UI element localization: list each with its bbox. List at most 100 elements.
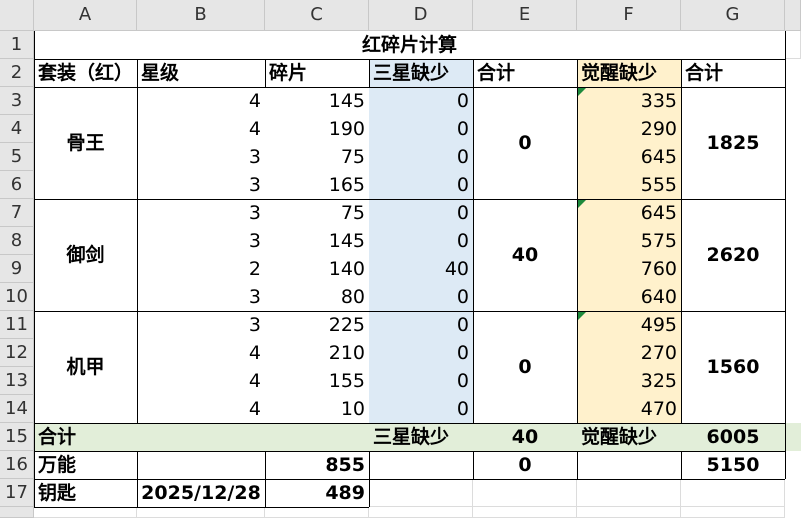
awaken-cell[interactable]: 645 — [577, 143, 681, 171]
three-star-cell[interactable]: 0 — [369, 311, 473, 339]
comment-marker-icon[interactable] — [578, 312, 586, 320]
row-header-7[interactable]: 7 — [0, 199, 34, 227]
row-header-4[interactable]: 4 — [0, 115, 34, 143]
header-awaken-short[interactable]: 觉醒缺少 — [577, 59, 681, 87]
group-three-star-total[interactable]: 0 — [473, 87, 577, 199]
shards-cell[interactable]: 80 — [265, 283, 369, 311]
universal-awaken[interactable]: 5150 — [681, 451, 785, 479]
universal-shards[interactable]: 855 — [265, 451, 369, 479]
sheet-title[interactable]: 红碎片计算 — [34, 31, 785, 59]
cell-g18[interactable] — [681, 507, 785, 518]
row-header-14[interactable]: 14 — [0, 395, 34, 423]
header-three-star-short[interactable]: 三星缺少 — [369, 59, 473, 87]
three-star-cell[interactable]: 0 — [369, 367, 473, 395]
three-star-cell[interactable]: 0 — [369, 283, 473, 311]
summary-awaken-label[interactable]: 觉醒缺少 — [577, 423, 681, 451]
group-awaken-total[interactable]: 2620 — [681, 199, 785, 311]
three-star-cell[interactable]: 0 — [369, 227, 473, 255]
comment-marker-icon[interactable] — [578, 88, 586, 96]
header-set[interactable]: 套装（红） — [34, 59, 137, 87]
awaken-cell[interactable]: 325 — [577, 367, 681, 395]
header-star[interactable]: 星级 — [137, 59, 265, 87]
cell-c18[interactable] — [265, 507, 369, 518]
row-header-15[interactable]: 15 — [0, 423, 34, 451]
star-cell[interactable]: 3 — [137, 227, 265, 255]
row-header-6[interactable]: 6 — [0, 171, 34, 199]
key-date[interactable]: 2025/12/28 — [137, 479, 265, 507]
column-header-b[interactable]: B — [137, 0, 265, 31]
three-star-cell[interactable]: 0 — [369, 87, 473, 115]
universal-label[interactable]: 万能 — [34, 451, 137, 479]
shards-cell[interactable]: 190 — [265, 115, 369, 143]
group-name[interactable]: 御剑 — [34, 199, 137, 311]
star-cell[interactable]: 2 — [137, 255, 265, 283]
column-header-h[interactable] — [785, 0, 801, 31]
shards-cell[interactable]: 10 — [265, 395, 369, 423]
summary-label[interactable]: 合计 — [34, 423, 137, 451]
row-header-3[interactable]: 3 — [0, 87, 34, 115]
cell-h1[interactable] — [785, 31, 801, 59]
awaken-cell[interactable]: 290 — [577, 115, 681, 143]
three-star-cell[interactable]: 0 — [369, 339, 473, 367]
column-header-e[interactable]: E — [473, 0, 577, 31]
cell-g17[interactable] — [681, 479, 785, 507]
cell-e18[interactable] — [473, 507, 577, 518]
star-cell[interactable]: 3 — [137, 283, 265, 311]
header-total-1[interactable]: 合计 — [473, 59, 577, 87]
row-header-12[interactable]: 12 — [0, 339, 34, 367]
awaken-cell[interactable]: 760 — [577, 255, 681, 283]
three-star-cell[interactable]: 0 — [369, 199, 473, 227]
header-total-2[interactable]: 合计 — [681, 59, 785, 87]
group-three-star-total[interactable]: 40 — [473, 199, 577, 311]
awaken-cell[interactable]: 470 — [577, 395, 681, 423]
row-header-13[interactable]: 13 — [0, 367, 34, 395]
shards-cell[interactable]: 210 — [265, 339, 369, 367]
awaken-cell[interactable]: 270 — [577, 339, 681, 367]
summary-three-star-total[interactable]: 40 — [473, 423, 577, 451]
group-name[interactable]: 骨王 — [34, 87, 137, 199]
three-star-cell[interactable]: 40 — [369, 255, 473, 283]
star-cell[interactable]: 3 — [137, 311, 265, 339]
awaken-cell[interactable]: 555 — [577, 171, 681, 199]
star-cell[interactable]: 3 — [137, 143, 265, 171]
group-three-star-total[interactable]: 0 — [473, 311, 577, 423]
key-value[interactable]: 489 — [265, 479, 369, 507]
column-header-c[interactable]: C — [265, 0, 369, 31]
star-cell[interactable]: 3 — [137, 171, 265, 199]
three-star-cell[interactable]: 0 — [369, 115, 473, 143]
key-label[interactable]: 钥匙 — [34, 479, 137, 507]
summary-three-star-label[interactable]: 三星缺少 — [369, 423, 473, 451]
shards-cell[interactable]: 225 — [265, 311, 369, 339]
header-shards[interactable]: 碎片 — [265, 59, 369, 87]
row-header-18[interactable] — [0, 507, 34, 518]
cell-b18[interactable] — [137, 507, 265, 518]
shards-cell[interactable]: 140 — [265, 255, 369, 283]
universal-three-star[interactable]: 0 — [473, 451, 577, 479]
column-header-a[interactable]: A — [34, 0, 137, 31]
row-header-16[interactable]: 16 — [0, 451, 34, 479]
awaken-cell[interactable]: 640 — [577, 283, 681, 311]
cell-e17[interactable] — [473, 479, 577, 507]
group-name[interactable]: 机甲 — [34, 311, 137, 423]
column-header-f[interactable]: F — [577, 0, 681, 31]
star-cell[interactable]: 4 — [137, 115, 265, 143]
shards-cell[interactable]: 145 — [265, 87, 369, 115]
awaken-cell[interactable]: 575 — [577, 227, 681, 255]
row-header-10[interactable]: 10 — [0, 283, 34, 311]
awaken-cell[interactable]: 645 — [577, 199, 681, 227]
cell-d18[interactable] — [369, 507, 473, 518]
three-star-cell[interactable]: 0 — [369, 171, 473, 199]
cell-a18[interactable] — [34, 507, 137, 518]
row-header-5[interactable]: 5 — [0, 143, 34, 171]
row-header-1[interactable]: 1 — [0, 31, 34, 59]
awaken-cell[interactable]: 335 — [577, 87, 681, 115]
group-awaken-total[interactable]: 1825 — [681, 87, 785, 199]
three-star-cell[interactable]: 0 — [369, 143, 473, 171]
comment-marker-icon[interactable] — [578, 200, 586, 208]
star-cell[interactable]: 3 — [137, 199, 265, 227]
cell-d17[interactable] — [369, 479, 473, 507]
row-header-2[interactable]: 2 — [0, 59, 34, 87]
star-cell[interactable]: 4 — [137, 367, 265, 395]
star-cell[interactable]: 4 — [137, 339, 265, 367]
shards-cell[interactable]: 75 — [265, 199, 369, 227]
